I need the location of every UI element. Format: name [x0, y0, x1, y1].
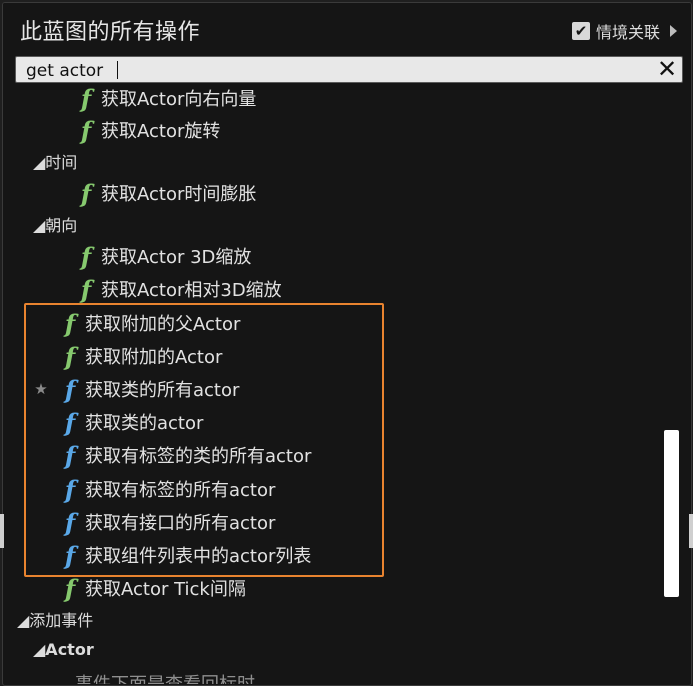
list-item[interactable]: f 获取Actor相对3D缩放 [75, 273, 653, 305]
list-item-label: 获取Actor时间膨胀 [101, 184, 257, 205]
context-sensitive-toggle[interactable]: ✔ 情境关联 [571, 19, 677, 43]
category-time[interactable]: ◢时间 [33, 149, 77, 173]
category-label: ◢朝向 [33, 216, 78, 235]
function-icon: f [80, 115, 92, 145]
list-item[interactable]: f 获取Actor时间膨胀 [75, 177, 653, 209]
background-edge [689, 514, 693, 548]
function-icon: f [80, 178, 92, 208]
list-item-label: 获取Actor旋转 [101, 121, 221, 142]
category-orientation[interactable]: ◢朝向 [33, 212, 77, 236]
list-item[interactable]: f 获取Actor旋转 [75, 114, 653, 146]
function-icon: f [80, 241, 92, 271]
function-icon: f [64, 573, 76, 603]
text-caret [117, 61, 118, 79]
list-item-label: 获取Actor 3D缩放 [101, 247, 252, 268]
partial-list-item[interactable]: 事件下面是查看回标时 [75, 670, 255, 684]
clear-search-icon[interactable]: ✕ [656, 57, 678, 81]
category-add-event[interactable]: ◢添加事件 [17, 607, 93, 631]
highlight-box [24, 303, 384, 577]
menu-header: 此蓝图的所有操作 ✔ 情境关联 [3, 3, 691, 53]
category-actor[interactable]: ◢Actor [33, 637, 94, 661]
category-label: ◢添加事件 [17, 611, 94, 630]
scrollbar-thumb[interactable] [664, 430, 679, 597]
function-icon: f [80, 85, 92, 113]
function-icon: f [80, 274, 92, 304]
context-sensitive-label: 情境关联 [595, 23, 660, 42]
search-box[interactable]: ✕ [15, 56, 683, 83]
background-edge [0, 514, 4, 548]
blueprint-action-menu: 此蓝图的所有操作 ✔ 情境关联 ✕ f 获取Actor向右向量 f 获取Acto… [2, 2, 692, 686]
list-item-label: 获取Actor向右向量 [101, 89, 257, 110]
chevron-right-icon[interactable] [670, 25, 677, 37]
menu-title: 此蓝图的所有操作 [20, 20, 201, 45]
context-sensitive-checkbox[interactable]: ✔ [571, 22, 590, 40]
category-label: ◢时间 [33, 153, 78, 172]
list-item[interactable]: f 获取Actor 3D缩放 [75, 240, 653, 272]
category-label: ◢Actor [33, 639, 94, 659]
list-item-label: 获取Actor Tick间隔 [85, 579, 246, 600]
list-item[interactable]: f 获取Actor向右向量 [75, 85, 653, 114]
list-item-label: 获取Actor相对3D缩放 [101, 280, 282, 301]
